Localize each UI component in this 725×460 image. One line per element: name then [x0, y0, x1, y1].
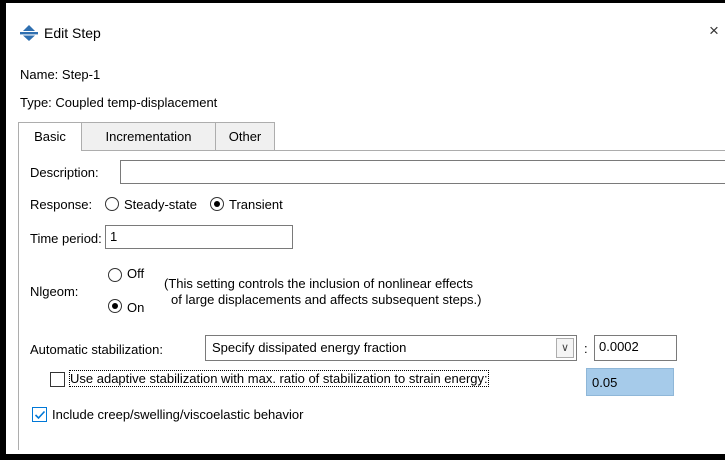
close-button[interactable]: × [709, 21, 719, 41]
nlgeom-off-radio[interactable] [108, 268, 122, 282]
type-label: Type: [20, 95, 52, 110]
creep-label[interactable]: Include creep/swelling/viscoelastic beha… [52, 407, 303, 422]
nlgeom-on-radio[interactable] [108, 299, 122, 313]
window-title: Edit Step [44, 25, 101, 41]
nlgeom-note-line1: (This setting controls the inclusion of … [164, 276, 474, 291]
window-frame-bottom [0, 454, 725, 460]
stabilization-selected-value: Specify dissipated energy fraction [212, 340, 407, 355]
adaptive-stabilization-label[interactable]: Use adaptive stabilization with max. rat… [69, 370, 489, 387]
description-label: Description: [30, 165, 99, 180]
tab-other[interactable]: Other [215, 122, 275, 150]
step-type: Type: Coupled temp-displacement [20, 95, 217, 110]
response-label: Response: [30, 197, 93, 212]
steady-state-radio[interactable] [105, 197, 119, 211]
stabilization-label: Automatic stabilization: [30, 342, 163, 357]
stabilization-value-input[interactable]: 0.0002 [594, 335, 677, 361]
tab-basic[interactable]: Basic [18, 122, 82, 151]
nlgeom-label: Nlgeom: [30, 284, 79, 299]
basic-tab-panel: Description: Response: Steady-state Tran… [18, 150, 725, 450]
transient-radio[interactable] [210, 197, 224, 211]
creep-checkbox[interactable] [32, 407, 47, 422]
edit-step-dialog: Edit Step × Name: Step-1 Type: Coupled t… [8, 3, 725, 454]
adaptive-ratio-field: 0.05 [586, 368, 674, 396]
steady-state-label[interactable]: Steady-state [124, 197, 197, 212]
nlgeom-note-line2: of large displacements and affects subse… [171, 292, 482, 307]
nlgeom-off-label[interactable]: Off [127, 266, 144, 281]
window-frame-left [0, 0, 6, 460]
type-value: Coupled temp-displacement [55, 95, 218, 110]
checkmark-icon [34, 410, 46, 420]
stabilization-select[interactable]: Specify dissipated energy fraction ∨ [205, 335, 577, 361]
step-name: Name: Step-1 [20, 67, 100, 82]
time-period-input[interactable]: 1 [105, 225, 293, 249]
chevron-down-icon[interactable]: ∨ [556, 338, 574, 358]
nlgeom-on-label[interactable]: On [127, 300, 144, 315]
tab-incrementation[interactable]: Incrementation [81, 122, 216, 150]
title-bar[interactable]: Edit Step × [8, 3, 725, 55]
adaptive-stabilization-checkbox[interactable] [50, 372, 65, 387]
name-value: Step-1 [61, 67, 101, 82]
description-input[interactable] [120, 160, 725, 184]
step-icon [20, 25, 38, 41]
name-label: Name: [20, 67, 59, 82]
transient-label[interactable]: Transient [229, 197, 283, 212]
stabilization-colon: : [584, 341, 588, 356]
time-period-label: Time period: [30, 231, 102, 246]
